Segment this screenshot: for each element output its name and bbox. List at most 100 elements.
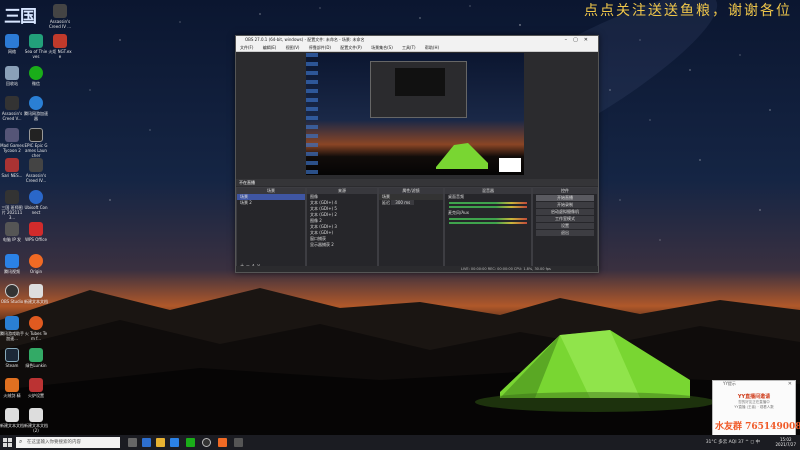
desktop-icon[interactable]: Origin — [24, 254, 48, 274]
app-icon — [29, 378, 43, 392]
scenes-dock: 场景 场景 场景 2 + − ∧ ∨ — [236, 187, 306, 272]
desktop-icon[interactable]: 新建文本文档 — [24, 284, 48, 304]
menu-edit[interactable]: 编辑(E) — [263, 45, 277, 50]
network-icon — [5, 34, 19, 48]
desktop-icon[interactable]: 新建文本文档 — [0, 408, 24, 428]
app-icon — [29, 96, 43, 110]
desktop-icon[interactable]: 火炬 NGT.exe — [48, 34, 72, 59]
text-file-icon — [29, 284, 43, 298]
edge-icon[interactable] — [142, 438, 151, 447]
settings-button[interactable]: 设置 — [536, 223, 594, 229]
studio-mode-button[interactable]: 工作室模式 — [536, 216, 594, 222]
desktop-icon[interactable]: 火 Tubes Tem f... — [24, 316, 48, 341]
desktop-icon[interactable]: Sari NES... — [0, 158, 24, 178]
mixer-channel-label: 麦克风/Aux — [448, 210, 469, 215]
scrolling-banner-text: 点点关注送送鱼粮，谢谢各位 — [584, 3, 792, 19]
desktop-icon[interactable]: 新建文本文档 (2) — [24, 408, 48, 433]
task-view-icon[interactable] — [128, 438, 137, 447]
close-icon[interactable]: ✕ — [788, 381, 792, 387]
audio-meter — [449, 202, 527, 204]
obs-titlebar[interactable]: OBS 27.0.1 (64-bit, windows) - 配置文件: 未命名… — [236, 36, 598, 44]
notification-popup[interactable]: YY提示 ✕ YY直播间邀请 您的好友正在直播中 YY直播 (王者) · 观看人… — [712, 380, 800, 436]
desktop-icon[interactable]: 三国 班师图片 2021113... — [0, 190, 24, 220]
origin-icon — [29, 254, 43, 268]
taskbar-clock[interactable]: 15:02 2021/7/27 — [775, 437, 796, 447]
menu-file[interactable]: 文件(F) — [240, 45, 253, 50]
yy-icon[interactable] — [218, 438, 227, 447]
app-icon — [5, 158, 19, 172]
volume-slider[interactable] — [449, 206, 527, 208]
menu-scene-collection[interactable]: 场景集合(S) — [371, 45, 393, 50]
preview-popup-thumb — [499, 158, 521, 172]
desktop-icon[interactable]: Sea of Thieves — [24, 34, 48, 59]
wechat-icon[interactable] — [186, 438, 195, 447]
ubisoft-icon — [29, 190, 43, 204]
mixer-dock: 混音器 桌面音频 麦克风/Aux — [444, 187, 532, 272]
search-icon: ⌕ — [19, 438, 23, 445]
start-streaming-button[interactable]: 开始直播 — [536, 195, 594, 201]
popup-title: YY直播间邀请 — [737, 394, 771, 400]
desktop-icon[interactable]: 火炉设置 — [24, 378, 48, 398]
text-file-icon — [29, 408, 43, 422]
desktop-icon[interactable]: 腾讯网游加速器 — [24, 96, 48, 121]
stream-logo: 三国 — [4, 7, 37, 27]
audio-meter — [449, 218, 527, 220]
epic-icon — [29, 128, 43, 142]
filters-dock: 属性/滤镜 场景 延迟 300 ms — [378, 187, 444, 272]
game-icon — [53, 4, 67, 18]
scene-item[interactable]: 场景 2 — [237, 200, 305, 206]
app-icon — [5, 254, 19, 268]
desktop-icon[interactable]: Assassin's Creed IV ... — [48, 4, 72, 29]
delay-value[interactable]: 300 ms — [391, 200, 415, 205]
volume-slider[interactable] — [449, 222, 527, 224]
obs-window[interactable]: OBS 27.0.1 (64-bit, windows) - 配置文件: 未命名… — [235, 35, 599, 273]
desktop-icon[interactable]: Ubisoft Connect — [24, 190, 48, 215]
desktop-icon[interactable]: 网络 — [0, 34, 24, 54]
desktop-icon[interactable]: Assassin's Creed V... — [0, 96, 24, 121]
obs-docks: 场景 场景 场景 2 + − ∧ ∨ 来源 图像 文本 (GDI+) 4 文本 … — [236, 187, 598, 272]
desktop-icon[interactable]: 绿色Lunkin — [24, 348, 48, 368]
store-icon[interactable] — [170, 438, 179, 447]
window-controls[interactable]: –▢✕ — [565, 36, 594, 44]
nested-preview — [370, 61, 467, 118]
menu-tools[interactable]: 工具(T) — [402, 45, 416, 50]
steam-icon — [5, 348, 19, 362]
desktop-icon[interactable]: Steam — [0, 348, 24, 368]
desktop-icon[interactable]: 微信 — [24, 66, 48, 86]
app-icon — [5, 222, 19, 236]
obs-icon — [5, 284, 19, 298]
taskbar-search-box[interactable]: ⌕ 在这里输入你要搜索的内容 — [16, 437, 120, 448]
app-icon — [29, 316, 43, 330]
desktop-icon[interactable]: 回收站 — [0, 66, 24, 86]
app-icon — [29, 348, 43, 362]
obs-statusbar: LIVE: 00:00:00 REC: 00:00:00 CPU: 1.8%, … — [236, 266, 598, 272]
desktop-icon[interactable]: OBS Studio — [0, 284, 24, 304]
desktop-icon[interactable]: WPS Office — [24, 222, 48, 242]
desktop-icon[interactable]: 腾讯游戏助手 加速... — [0, 316, 24, 341]
popup-header: YY提示 — [723, 381, 736, 386]
game-icon — [5, 96, 19, 110]
source-item[interactable]: 显示器捕获 2 — [307, 242, 377, 248]
virtual-camera-button[interactable]: 启动虚拟摄像机 — [536, 209, 594, 215]
preview-tent — [436, 143, 488, 169]
desktop-icon[interactable]: Assassin's Creed IV... — [24, 158, 48, 183]
menu-profile[interactable]: 配置文件(P) — [340, 45, 362, 50]
menu-help[interactable]: 帮助(H) — [425, 45, 439, 50]
exit-button[interactable]: 退出 — [536, 230, 594, 236]
desktop-icon[interactable]: Mad Games Tycoon 2 — [0, 128, 24, 153]
desktop-icon[interactable]: 腾讯视频 — [0, 254, 24, 274]
desktop-icon[interactable]: 火绒剑 精 — [0, 378, 24, 398]
start-recording-button[interactable]: 开始录制 — [536, 202, 594, 208]
obs-icon[interactable] — [202, 438, 211, 447]
game-icon — [5, 128, 19, 142]
controls-dock: 控件 开始直播 开始录制 启动虚拟摄像机 工作室模式 设置 退出 — [532, 187, 598, 272]
desktop-icon[interactable]: 电脑 IP 发 — [0, 222, 24, 242]
menu-docks[interactable]: 停靠部件(D) — [309, 45, 331, 50]
menu-view[interactable]: 视图(V) — [286, 45, 300, 50]
app-icon[interactable] — [234, 438, 243, 447]
desktop-icon[interactable]: EPIC Epic Games Launcher — [24, 128, 48, 158]
system-tray[interactable]: 31°C 多云 AQI 37 ^ ◻ 中 — [706, 435, 760, 450]
file-explorer-icon[interactable] — [156, 438, 165, 447]
windows-start-icon[interactable] — [3, 438, 12, 447]
obs-preview-canvas[interactable] — [306, 53, 524, 175]
